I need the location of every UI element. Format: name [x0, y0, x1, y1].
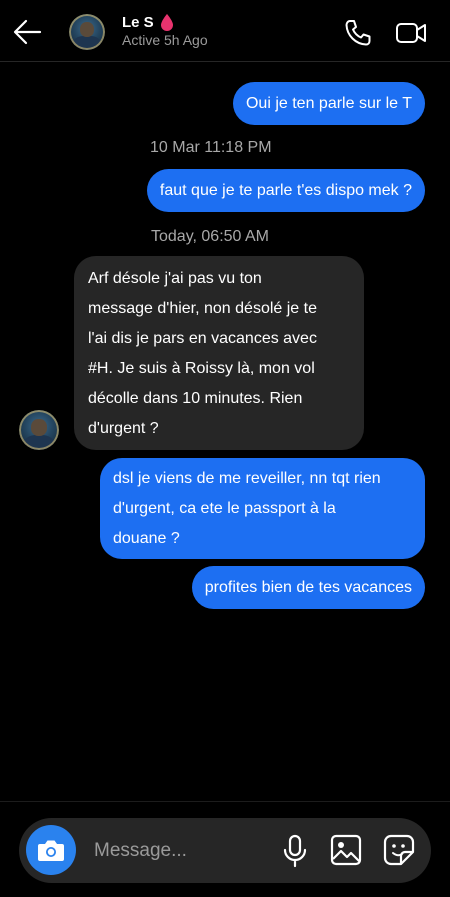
message-input[interactable]: [92, 832, 276, 870]
message-line: d'urgent, ca ete le passport à la: [113, 500, 336, 517]
message-line: d'urgent ?: [88, 420, 159, 437]
message-composer: [19, 818, 431, 883]
phone-icon[interactable]: [343, 18, 373, 48]
message-line: l'ai dis je pars en vacances avec: [88, 330, 317, 347]
sender-avatar[interactable]: [19, 410, 59, 450]
message-line: message d'hier, non désolé je te: [88, 300, 317, 317]
gallery-icon[interactable]: [330, 834, 362, 866]
message-bubble-sent[interactable]: dsl je viens de me reveiller, nn tqt rie…: [100, 458, 425, 559]
pink-drop-icon: [160, 14, 173, 31]
message-bubble-sent[interactable]: Oui je ten parle sur le T: [232, 82, 425, 125]
contact-status: Active 5h Ago: [122, 32, 208, 48]
message-timestamp: Today, 06:50 AM: [151, 228, 269, 245]
contact-avatar[interactable]: [69, 14, 105, 50]
message-line: #H. Je suis à Roissy là, mon vol: [88, 360, 315, 377]
chat-header: Le S Active 5h Ago: [0, 0, 450, 62]
message-line: décolle dans 10 minutes. Rien: [88, 390, 303, 407]
microphone-icon[interactable]: [282, 834, 308, 868]
camera-icon: [38, 840, 64, 861]
video-call-icon[interactable]: [395, 19, 427, 47]
message-timestamp: 10 Mar 11:18 PM: [150, 139, 272, 156]
message-line: dsl je viens de me reveiller, nn tqt rie…: [113, 470, 381, 487]
contact-name[interactable]: Le S: [122, 14, 154, 31]
back-arrow-icon[interactable]: [12, 18, 42, 46]
sticker-icon[interactable]: [383, 834, 415, 866]
message-line: Arf désole j'ai pas vu ton: [88, 270, 262, 287]
message-bubble-sent[interactable]: profites bien de tes vacances: [191, 566, 425, 609]
camera-button[interactable]: [26, 825, 76, 875]
contact-name-row[interactable]: Le S: [122, 12, 174, 32]
message-line: douane ?: [113, 530, 180, 547]
message-bubble-received[interactable]: Arf désole j'ai pas vu ton message d'hie…: [74, 256, 364, 450]
composer-divider: [0, 801, 450, 802]
message-bubble-sent[interactable]: faut que je te parle t'es dispo mek ?: [146, 169, 425, 212]
